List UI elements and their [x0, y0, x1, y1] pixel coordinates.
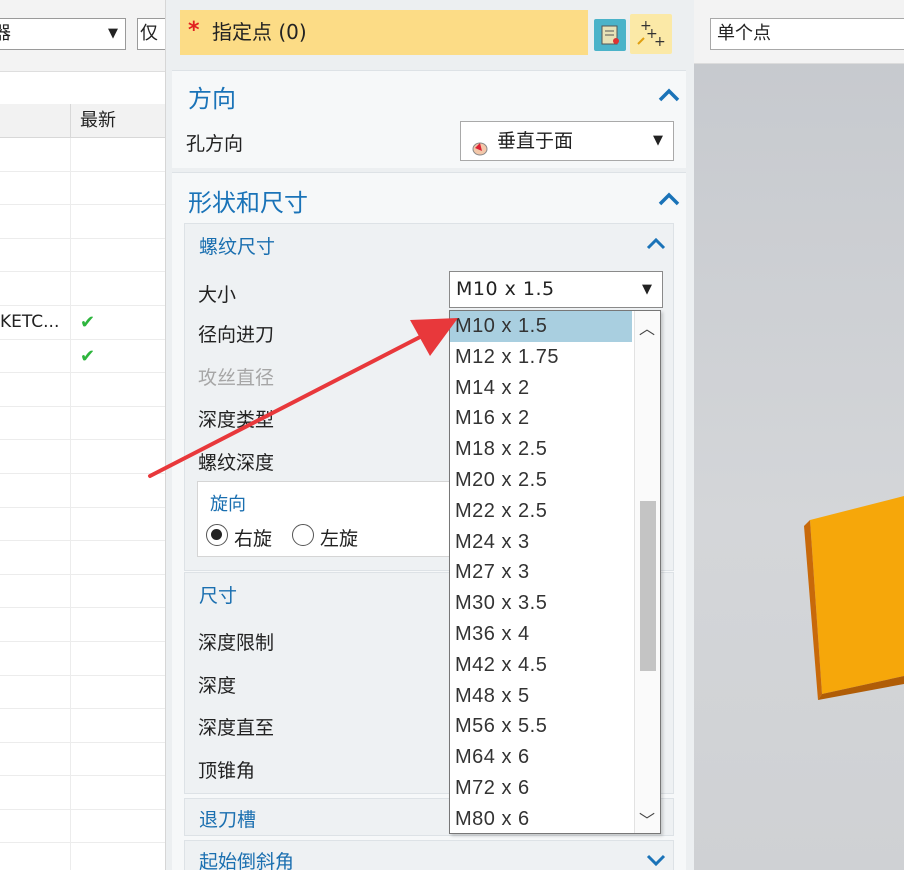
annotation-arrow — [148, 318, 458, 478]
